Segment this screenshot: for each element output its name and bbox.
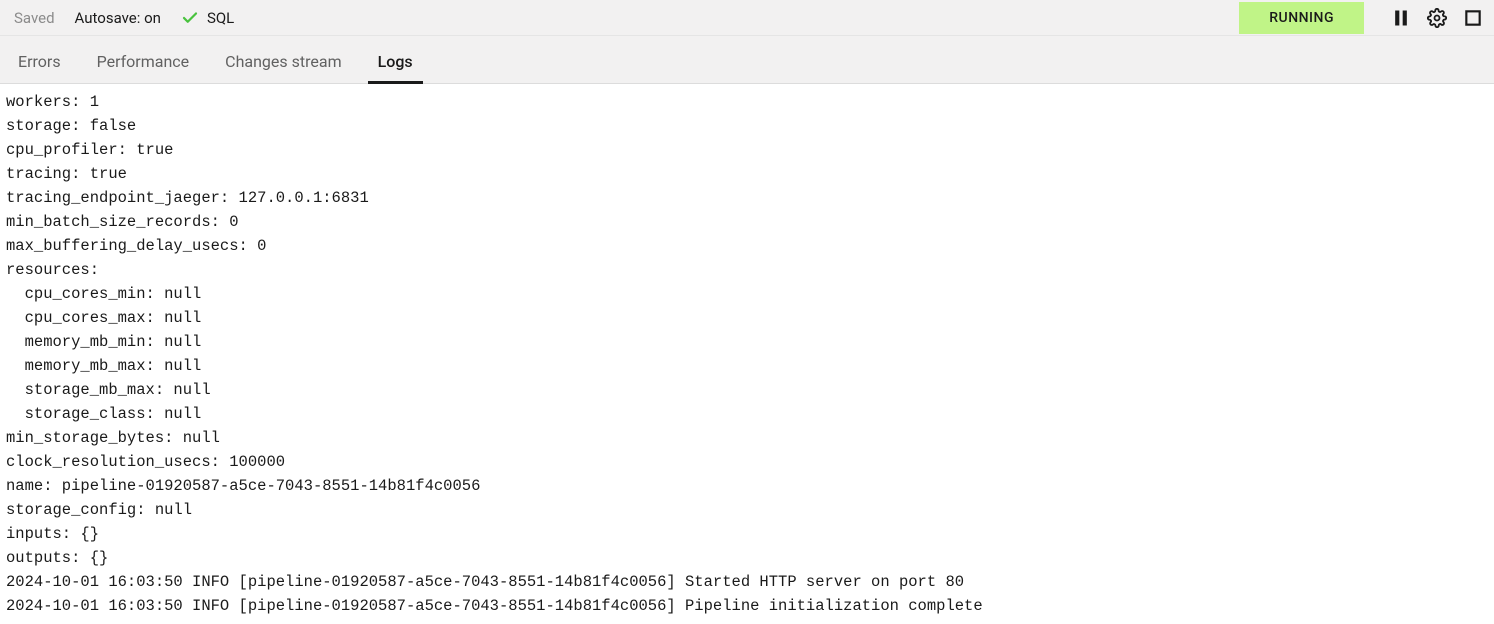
check-icon [181,9,199,27]
sql-label: SQL [207,9,234,27]
top-toolbar: Saved Autosave: on SQL RUNNING [0,0,1494,36]
gear-icon [1427,8,1447,28]
tab-performance[interactable]: Performance [93,42,194,83]
toolbar-left: Saved Autosave: on SQL [14,9,234,27]
tab-logs[interactable]: Logs [374,42,417,83]
log-output: workers: 1 storage: false cpu_profiler: … [0,84,1494,624]
status-badge: RUNNING [1239,2,1364,34]
tabs-bar: Errors Performance Changes stream Logs [0,36,1494,84]
pause-button[interactable] [1390,7,1412,29]
settings-button[interactable] [1426,7,1448,29]
toolbar-icons [1376,7,1484,29]
sql-indicator: SQL [181,9,234,27]
stop-icon [1463,8,1483,28]
tab-errors[interactable]: Errors [14,42,65,83]
autosave-status: Autosave: on [75,9,161,27]
tab-changes-stream[interactable]: Changes stream [221,42,345,83]
stop-button[interactable] [1462,7,1484,29]
pause-icon [1391,8,1411,28]
saved-status: Saved [14,9,55,27]
